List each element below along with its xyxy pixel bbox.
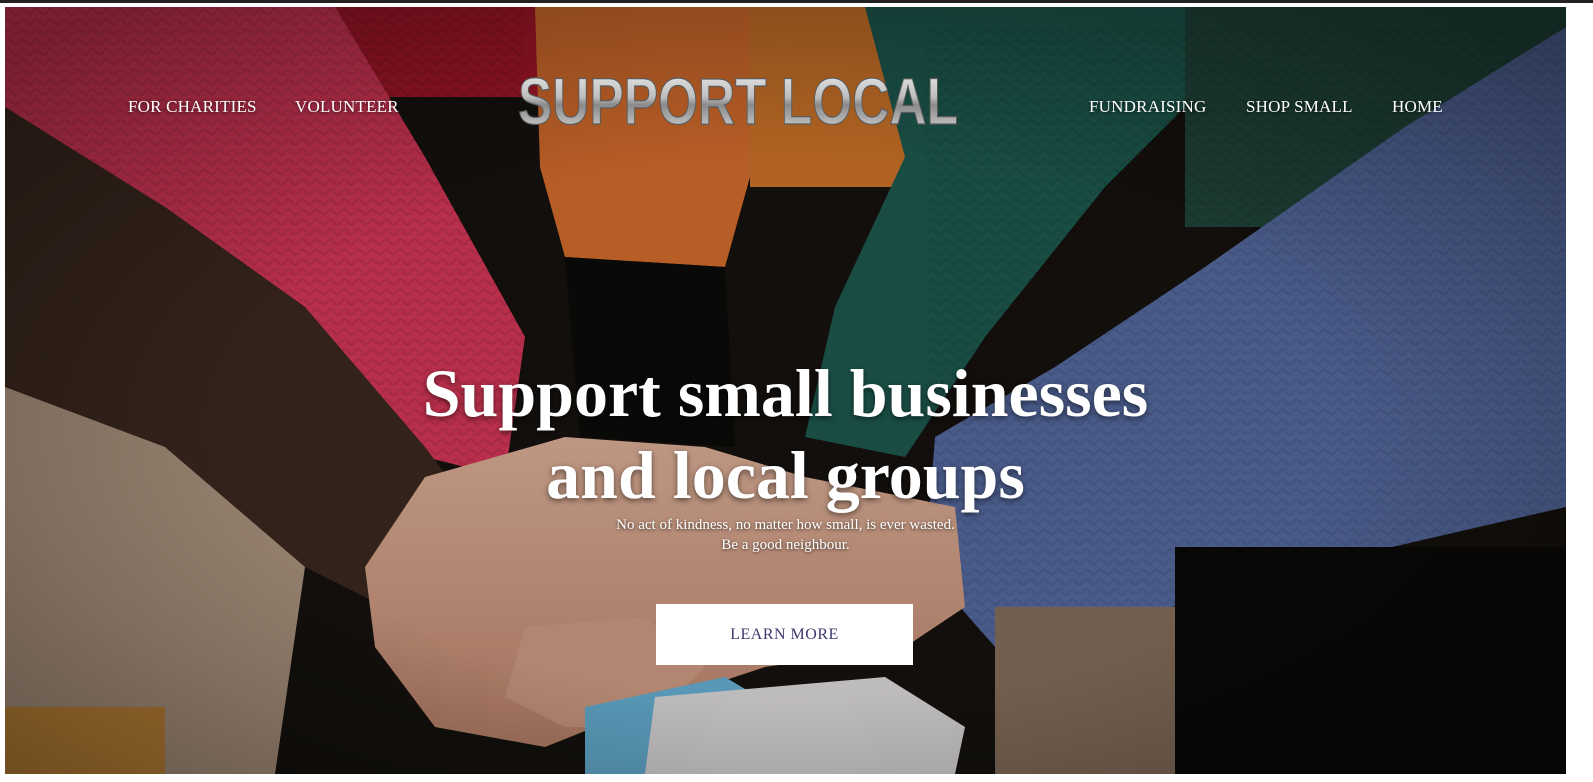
nav-link-for-charities[interactable]: FOR CHARITIES <box>128 97 257 117</box>
hero-headline-line-2: and local groups <box>546 437 1025 513</box>
logo-text: SUPPORT LOCAL <box>518 64 958 134</box>
nav-link-fundraising[interactable]: FUNDRAISING <box>1089 97 1206 117</box>
site-logo[interactable]: SUPPORT LOCAL <box>516 62 961 134</box>
hero-headline-line-1: Support small businesses <box>422 355 1149 431</box>
nav-link-shop-small[interactable]: SHOP SMALL <box>1246 97 1353 117</box>
nav-link-home[interactable]: HOME <box>1392 97 1443 117</box>
nav-link-volunteer[interactable]: VOLUNTEER <box>295 97 399 117</box>
hero-subtext: No act of kindness, no matter how small,… <box>5 515 1566 555</box>
learn-more-button[interactable]: LEARN MORE <box>656 604 913 665</box>
window-top-border <box>0 0 1593 3</box>
hero-subtext-line-2: Be a good neighbour. <box>721 537 850 553</box>
hero-subtext-line-1: No act of kindness, no matter how small,… <box>616 517 955 533</box>
hero-headline: Support small businesses and local group… <box>5 352 1566 516</box>
